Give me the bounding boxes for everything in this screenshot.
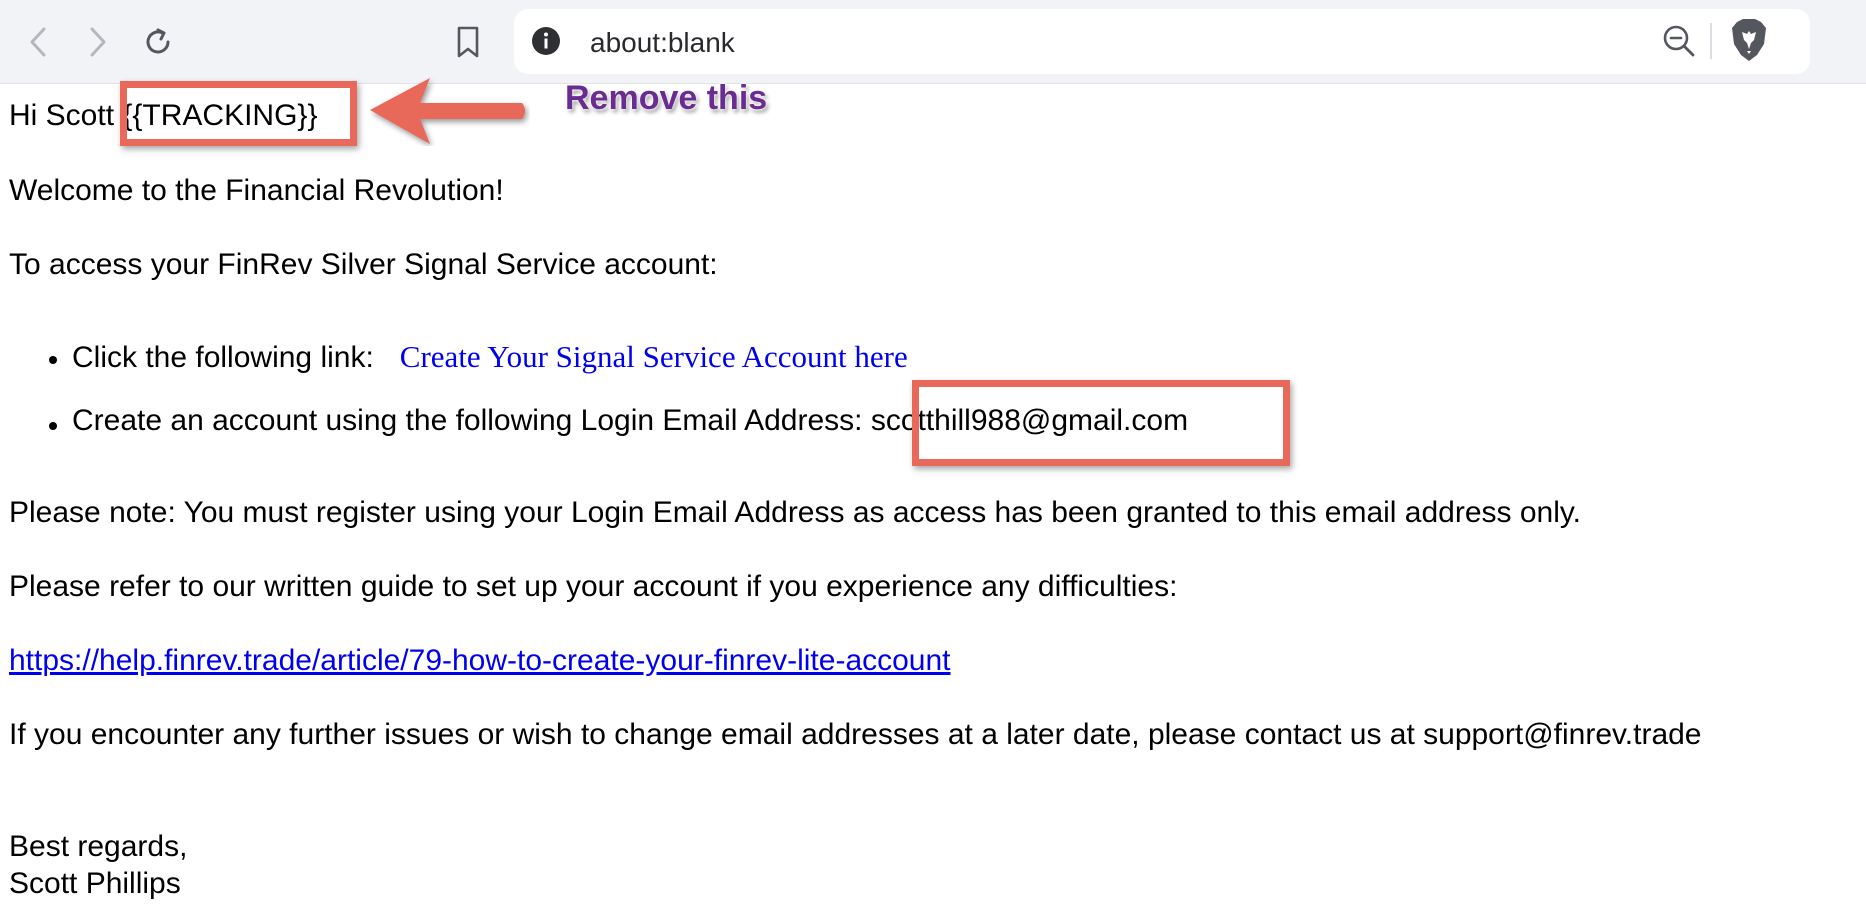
bullet-dot bbox=[49, 422, 57, 430]
address-separator bbox=[1710, 23, 1712, 59]
reload-icon bbox=[146, 28, 170, 54]
address-text[interactable]: about:blank bbox=[590, 27, 735, 59]
annotation-callout: Remove this bbox=[565, 79, 768, 117]
annotation-box-email bbox=[912, 380, 1290, 466]
info-icon[interactable] bbox=[530, 25, 562, 57]
signoff: Best regards, bbox=[9, 830, 188, 863]
list-item: Click the following link: Create Your Sig… bbox=[72, 339, 908, 375]
chevron-right-icon bbox=[90, 27, 106, 57]
guide-intro: Please refer to our written guide to set… bbox=[9, 570, 1178, 603]
address-bar[interactable]: about:blank bbox=[514, 9, 1810, 74]
reload-button[interactable] bbox=[138, 20, 178, 64]
note-line: Please note: You must register using you… bbox=[9, 496, 1582, 529]
annotation-box-tracking bbox=[120, 81, 357, 146]
zoom-out-icon[interactable] bbox=[1661, 23, 1697, 59]
bookmark-icon bbox=[457, 26, 479, 58]
back-button[interactable] bbox=[18, 20, 58, 64]
signature: Scott Phillips bbox=[9, 867, 181, 900]
chevron-left-icon bbox=[30, 27, 46, 57]
bullet-dot bbox=[49, 356, 57, 364]
browser-toolbar: about:blank bbox=[0, 0, 1866, 84]
email-body: Hi Scott {{TRACKING}} Welcome to the Fin… bbox=[0, 84, 1866, 922]
create-account-link[interactable]: Create Your Signal Service Account here bbox=[400, 339, 908, 374]
brave-lion-icon[interactable] bbox=[1730, 18, 1768, 62]
list-item-text: Create an account using the following Lo… bbox=[72, 404, 871, 437]
annotation-arrow-icon bbox=[370, 78, 525, 144]
access-intro: To access your FinRev Silver Signal Serv… bbox=[9, 248, 718, 281]
list-item-text: Click the following link: bbox=[72, 341, 374, 374]
further-issues-line: If you encounter any further issues or w… bbox=[9, 718, 1702, 751]
guide-link[interactable]: https://help.finrev.trade/article/79-how… bbox=[9, 644, 951, 677]
greeting-prefix: Hi Scott bbox=[9, 99, 123, 132]
welcome-line: Welcome to the Financial Revolution! bbox=[9, 174, 504, 207]
bookmark-button[interactable] bbox=[448, 20, 488, 64]
guide-link-line: https://help.finrev.trade/article/79-how… bbox=[9, 644, 951, 678]
forward-button[interactable] bbox=[78, 20, 118, 64]
